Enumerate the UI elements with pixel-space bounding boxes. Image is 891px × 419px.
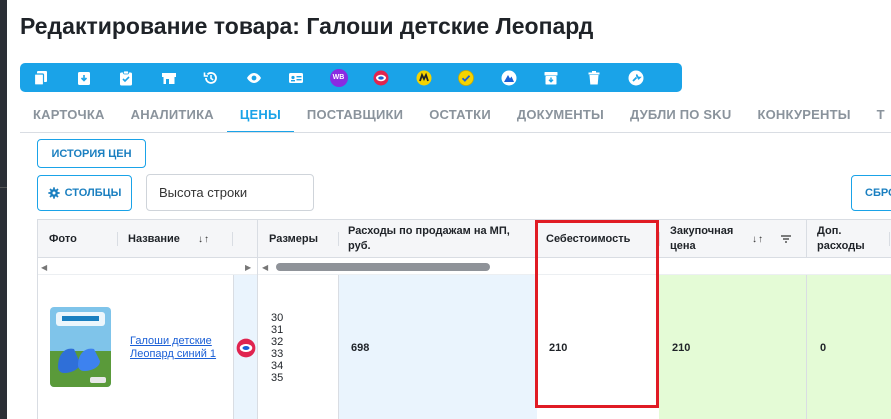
left-edge-divider — [0, 187, 7, 188]
name-sort-icon[interactable]: ↓↑ — [198, 220, 224, 258]
ozon-icon[interactable] — [372, 69, 390, 87]
header-photo-label: Фото — [49, 233, 77, 245]
yandex-market-icon[interactable] — [415, 69, 433, 87]
size-item: 32 — [271, 335, 284, 348]
tab-prices[interactable]: ЦЕНЫ — [226, 96, 294, 132]
store-icon[interactable] — [160, 69, 178, 87]
wildberries-badge: WB — [329, 68, 348, 87]
product-name-text: Галоши детские Леопард синий 1 — [130, 334, 217, 360]
filter-lines — [781, 235, 791, 243]
name-sort-arrows: ↓↑ — [198, 233, 210, 245]
eye-icon[interactable] — [245, 69, 263, 87]
cost-price-value[interactable]: 210 — [549, 275, 649, 419]
clipboard-check-icon[interactable] — [117, 69, 135, 87]
copy-icon[interactable] — [32, 69, 50, 87]
row-height-input[interactable] — [146, 174, 314, 211]
size-item: 34 — [271, 359, 284, 372]
tab-bar: КАРТОЧКА АНАЛИТИКА ЦЕНЫ ПОСТАВЩИКИ ОСТАТ… — [20, 96, 891, 133]
purchase-price-text: 210 — [672, 341, 691, 354]
ozon-icon — [234, 275, 257, 419]
gear-icon — [47, 187, 60, 199]
purchase-price-value[interactable]: 210 — [672, 275, 772, 419]
tab-analytics[interactable]: АНАЛИТИКА — [118, 96, 227, 132]
tab-card[interactable]: КАРТОЧКА — [20, 96, 118, 132]
header-name-label: Название — [128, 233, 180, 245]
left-scroll-track[interactable]: ◀ ▶ — [38, 258, 257, 275]
check-badge-icon[interactable] — [457, 69, 475, 87]
tab-competitors[interactable]: КОНКУРЕНТЫ — [744, 96, 863, 132]
tab-documents[interactable]: ДОКУМЕНТЫ — [504, 96, 617, 132]
archive-icon[interactable] — [542, 69, 560, 87]
extra-costs-text: 0 — [820, 341, 827, 354]
header-divider — [232, 232, 233, 246]
scroll-right-arrow[interactable]: ▶ — [245, 263, 251, 272]
header-divider — [659, 232, 660, 246]
header-extra-costs[interactable]: Доп. расходы — [817, 220, 877, 258]
column-divider — [257, 220, 258, 419]
main-scroll-track[interactable]: ◀ — [258, 258, 891, 275]
size-item: 33 — [271, 347, 284, 360]
prices-table: Фото Название ↓↑ Размеры Расходы по прод… — [37, 219, 891, 419]
columns-label: СТОЛБЦЫ — [64, 187, 122, 199]
purchase-sort-icon[interactable]: ↓↑ — [752, 220, 780, 258]
header-cost-price-label: Себестоимость — [546, 233, 631, 245]
reset-label: СБРО — [865, 187, 891, 199]
header-purchase-price-label: Закупочная цена — [670, 225, 734, 252]
mp-costs-value[interactable]: 698 — [351, 275, 451, 419]
product-photo[interactable] — [50, 307, 111, 387]
header-divider — [117, 232, 118, 246]
header-divider — [536, 232, 537, 246]
wildberries-icon[interactable]: WB — [329, 68, 348, 87]
trash-icon[interactable] — [585, 69, 603, 87]
header-divider — [889, 232, 890, 246]
tab-suppliers[interactable]: ПОСТАВЩИКИ — [294, 96, 416, 132]
filter-icon[interactable] — [781, 220, 795, 258]
mp-costs-text: 698 — [351, 341, 370, 354]
ozon-logo — [236, 338, 255, 357]
wrench-icon[interactable] — [627, 69, 645, 87]
tab-sku-duplicates[interactable]: ДУБЛИ ПО SKU — [617, 96, 745, 132]
header-sizes[interactable]: Размеры — [269, 220, 339, 258]
left-edge-panel — [0, 0, 7, 419]
size-item: 31 — [271, 323, 284, 336]
header-divider — [338, 232, 339, 246]
header-extra-costs-label: Доп. расходы — [817, 225, 865, 252]
scroll-left-arrow[interactable]: ◀ — [41, 263, 47, 272]
scroll-thumb[interactable] — [276, 263, 490, 271]
columns-button[interactable]: СТОЛБЦЫ — [37, 175, 132, 211]
cost-price-text: 210 — [549, 341, 568, 354]
size-item: 35 — [271, 371, 284, 384]
header-purchase-price[interactable]: Закупочная цена — [670, 220, 750, 258]
header-cost-price[interactable]: Себестоимость — [546, 220, 656, 258]
size-item: 30 — [271, 311, 284, 324]
extra-costs-value[interactable]: 0 — [820, 275, 880, 419]
header-photo[interactable]: Фото — [49, 220, 119, 258]
page-title: Редактирование товара: Галоши детские Ле… — [20, 13, 594, 39]
product-image — [50, 307, 111, 387]
id-card-icon[interactable] — [287, 69, 305, 87]
reset-button[interactable]: СБРО — [851, 175, 891, 211]
tab-more[interactable]: Т — [864, 96, 891, 132]
scroll-left-arrow[interactable]: ◀ — [262, 263, 268, 272]
column-divider — [338, 275, 339, 419]
header-mp-costs[interactable]: Расходы по продажам на МП, руб. — [348, 220, 533, 258]
price-history-button[interactable]: ИСТОРИЯ ЦЕН — [37, 139, 146, 168]
sizes-list: 30 31 32 33 34 35 — [271, 275, 321, 419]
history-icon[interactable] — [202, 69, 220, 87]
price-history-label: ИСТОРИЯ ЦЕН — [51, 147, 132, 160]
header-mp-costs-label: Расходы по продажам на МП, руб. — [348, 225, 510, 252]
product-name-link[interactable]: Галоши детские Леопард синий 1 — [130, 275, 228, 419]
mountain-icon[interactable] — [500, 69, 518, 87]
header-sizes-label: Размеры — [269, 233, 319, 245]
purchase-sort-arrows: ↓↑ — [752, 233, 764, 245]
action-toolbar: WB — [20, 63, 682, 92]
tab-stock[interactable]: ОСТАТКИ — [416, 96, 504, 132]
download-icon[interactable] — [75, 69, 93, 87]
